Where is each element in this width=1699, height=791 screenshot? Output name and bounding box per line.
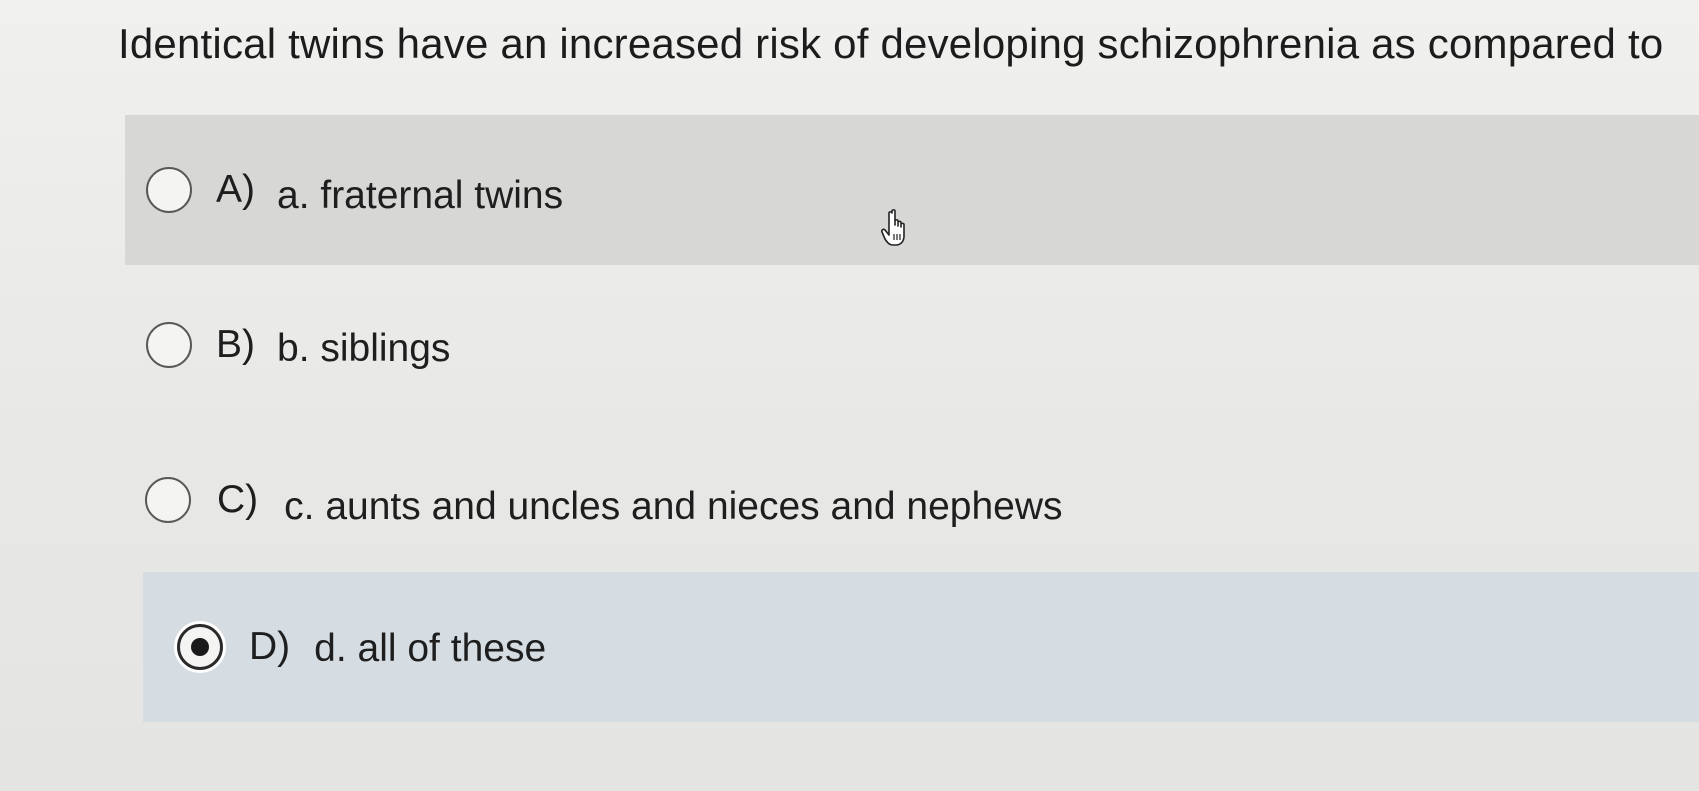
option-b-text: b. siblings [277, 327, 451, 370]
option-a-letter: A) [216, 168, 255, 211]
option-c[interactable]: C) c. aunts and uncles and nieces and ne… [125, 425, 1699, 575]
option-d-letter: D) [249, 625, 291, 668]
option-b-letter: B) [216, 323, 255, 366]
option-d[interactable]: D) d. all of these [143, 572, 1699, 722]
option-c-text: c. aunts and uncles and nieces and nephe… [284, 485, 1063, 528]
quiz-page: Identical twins have an increased risk o… [0, 0, 1699, 791]
hand-pointer-icon [881, 209, 905, 246]
question-text: Identical twins have an increased risk o… [118, 20, 1664, 67]
option-c-radio[interactable] [145, 477, 191, 523]
option-b-radio[interactable] [146, 322, 192, 368]
option-d-radio[interactable] [177, 624, 223, 670]
option-d-text: d. all of these [314, 627, 547, 670]
option-a-text: a. fraternal twins [277, 174, 564, 217]
radio-selected-dot-icon [191, 638, 209, 656]
option-b[interactable]: B) b. siblings [125, 270, 1699, 420]
option-a-radio[interactable] [146, 167, 192, 213]
option-c-letter: C) [217, 478, 259, 521]
